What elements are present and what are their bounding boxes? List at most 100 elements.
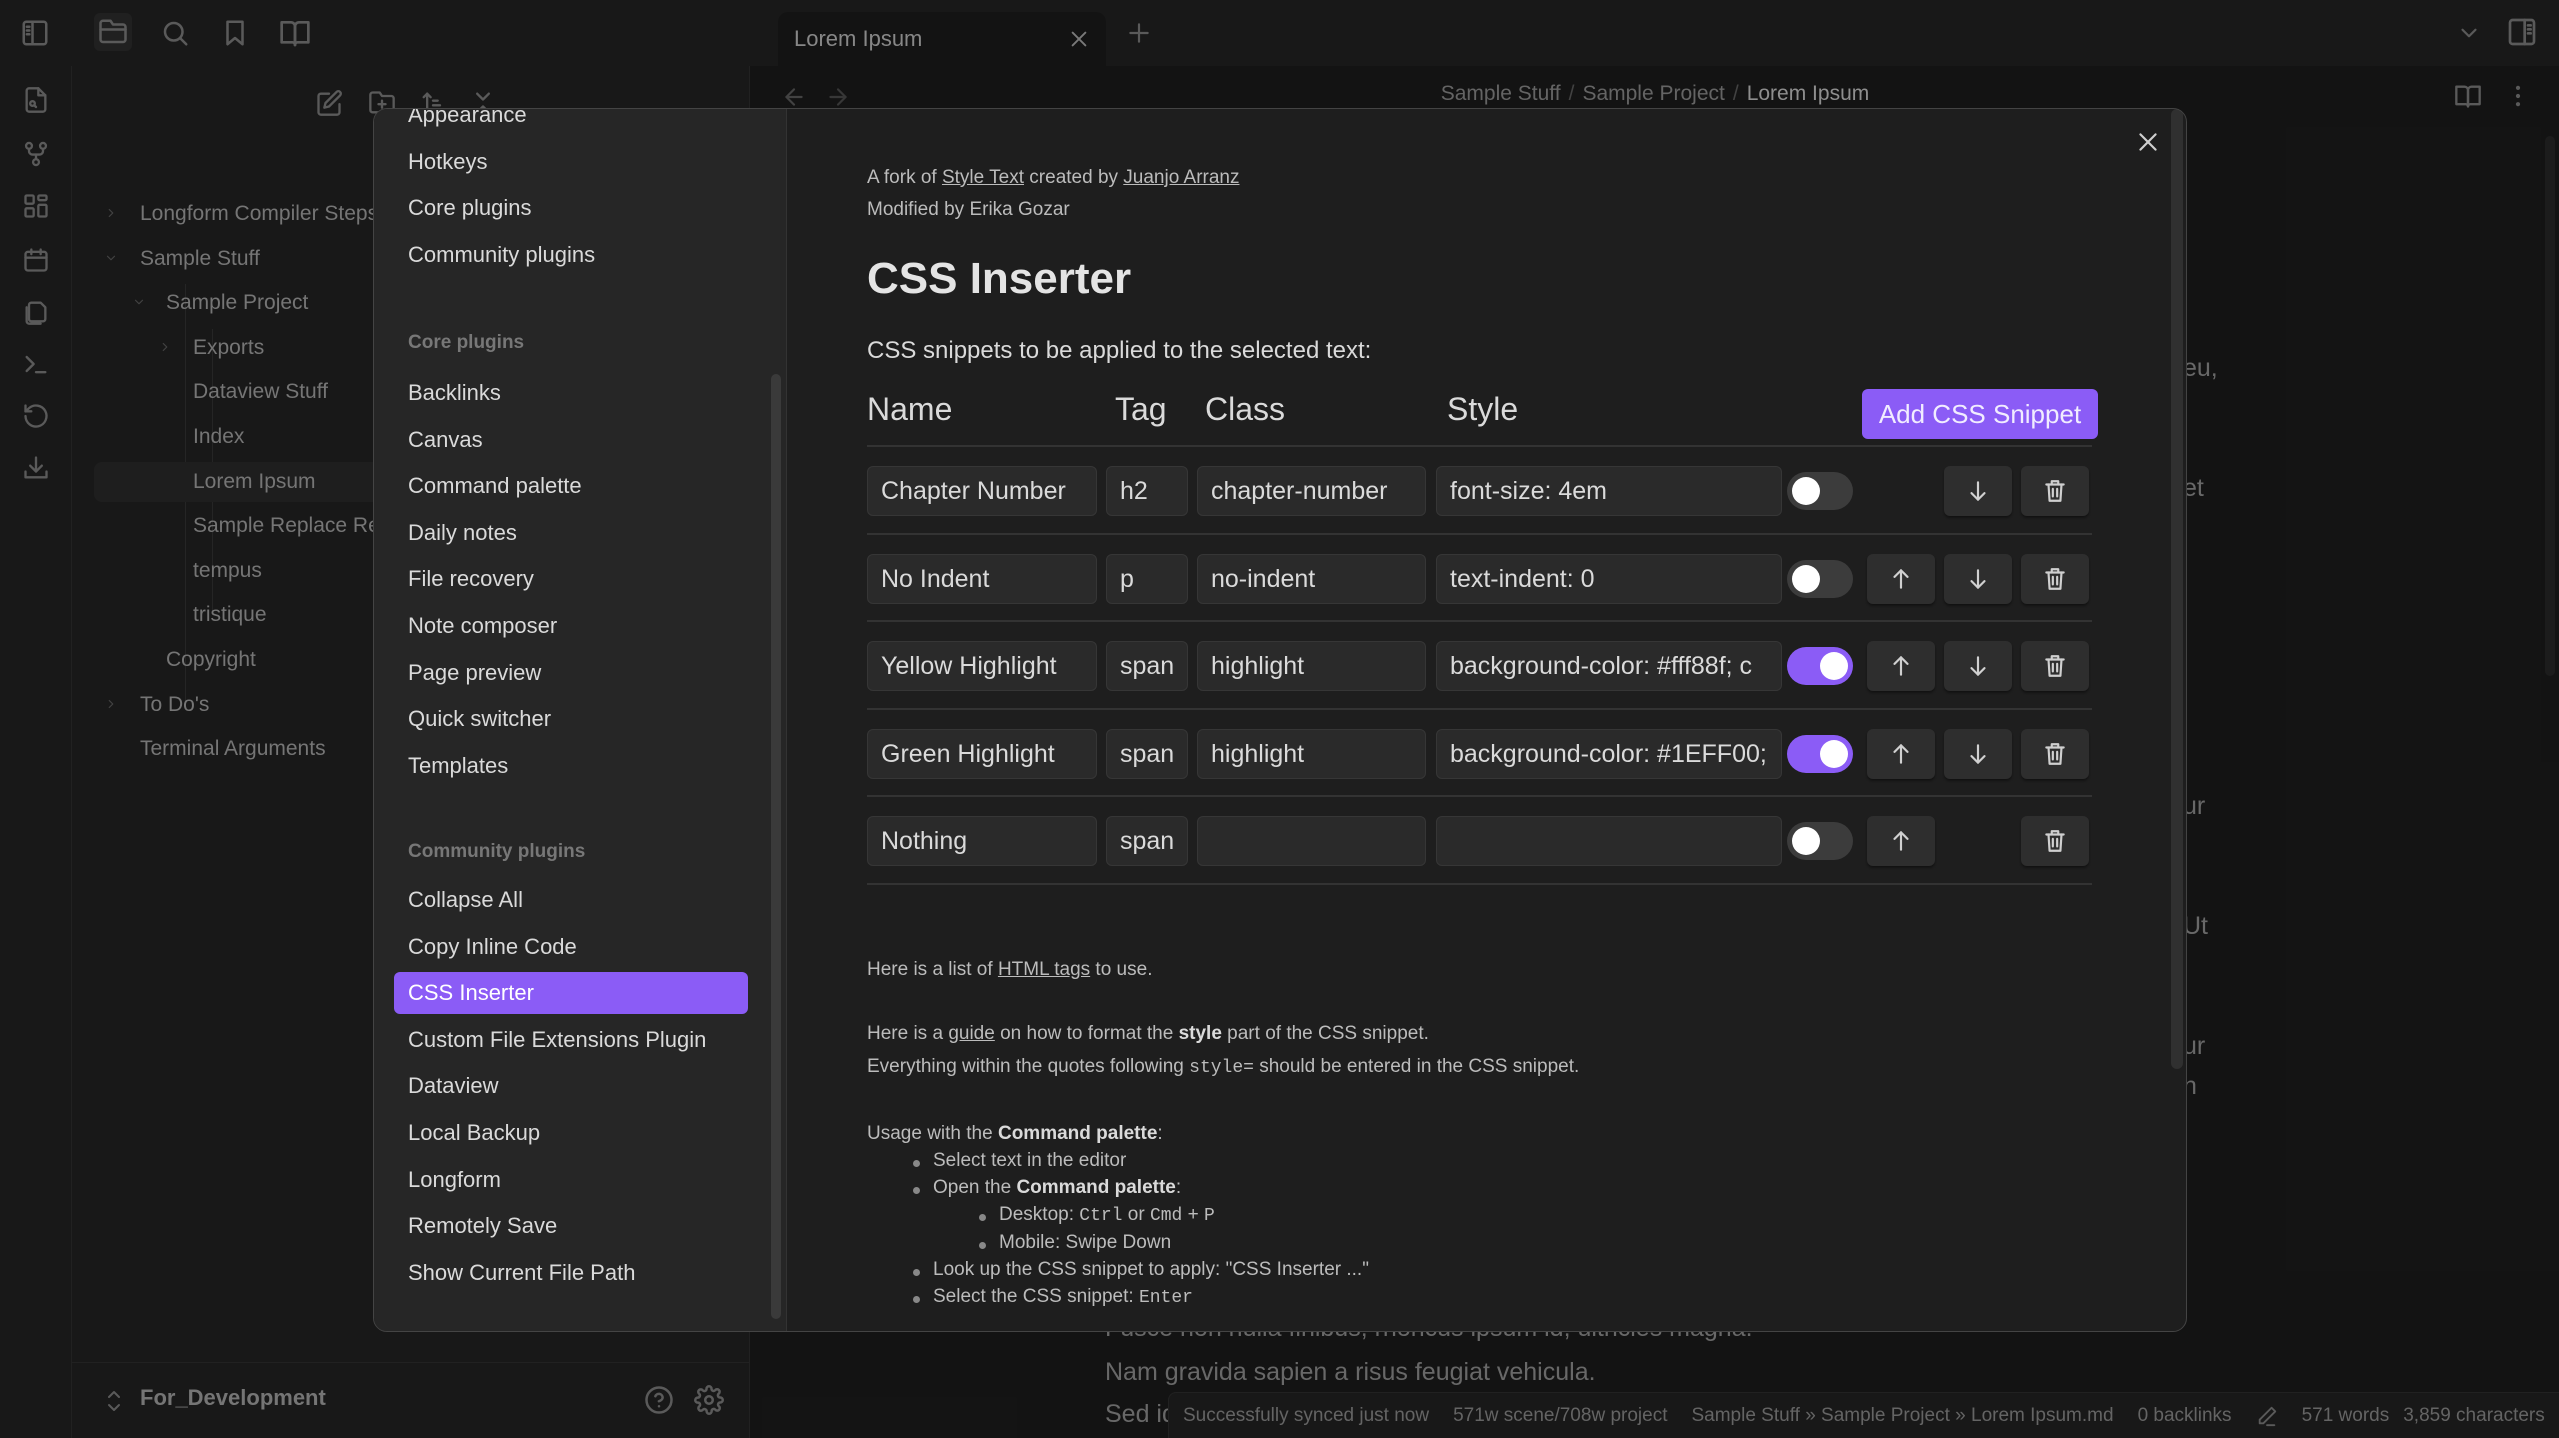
settings-nav-item[interactable]: File recovery bbox=[394, 558, 748, 600]
inline-code: Cmd bbox=[1149, 1206, 1183, 1226]
move-up-button[interactable] bbox=[1867, 641, 1935, 692]
snippet-row: Chapter Number h2 chapter-number font-size:… bbox=[867, 445, 2092, 533]
snippet-name-input[interactable]: Yellow Highlight bbox=[867, 641, 1097, 692]
column-header-tag: Tag bbox=[1115, 391, 1167, 427]
toggle-knob bbox=[1820, 652, 1848, 681]
settings-nav-item[interactable]: Backlinks bbox=[394, 372, 748, 414]
move-up-button[interactable] bbox=[1867, 816, 1935, 867]
plugin-description: CSS snippets to be applied to the select… bbox=[867, 337, 1372, 364]
snippet-style-input[interactable]: font-size: 4em bbox=[1436, 466, 1782, 516]
close-modal-icon[interactable] bbox=[2133, 127, 2163, 157]
settings-nav-item[interactable]: Show Current File Path bbox=[394, 1252, 748, 1294]
html-tags-link[interactable]: HTML tags bbox=[998, 959, 1090, 980]
snippet-tag-input[interactable]: span bbox=[1106, 641, 1188, 692]
snippet-row: Yellow Highlight span highlight background-… bbox=[867, 620, 2092, 708]
settings-nav-item[interactable]: Appearance bbox=[394, 109, 748, 136]
guide-link[interactable]: guide bbox=[948, 1023, 995, 1044]
snippet-row: No Indent p no-indent text-indent: 0 bbox=[867, 532, 2092, 621]
inline-code: Enter bbox=[1138, 1288, 1193, 1308]
settings-nav-item[interactable]: Core plugins bbox=[394, 187, 748, 229]
settings-nav-item[interactable]: Dataview bbox=[394, 1065, 748, 1107]
snippet-style-input[interactable] bbox=[1436, 816, 1782, 867]
delete-snippet-button[interactable] bbox=[2021, 466, 2089, 516]
snippet-class-input[interactable]: highlight bbox=[1197, 728, 1426, 779]
snippet-style-input[interactable]: text-indent: 0 bbox=[1436, 553, 1782, 604]
settings-nav-item[interactable]: Hotkeys bbox=[394, 141, 748, 183]
settings-nav-item[interactable]: Note composer bbox=[394, 605, 748, 647]
snippet-name-input[interactable]: Nothing bbox=[867, 816, 1097, 867]
column-header-name: Name bbox=[867, 391, 953, 427]
snippet-enabled-toggle[interactable] bbox=[1787, 472, 1853, 510]
step-text: or bbox=[1122, 1204, 1150, 1225]
move-down-icon bbox=[1970, 568, 1986, 589]
snippet-tag-input[interactable]: h2 bbox=[1106, 466, 1188, 516]
settings-nav-item[interactable]: Command palette bbox=[394, 465, 748, 507]
snippet-class-input[interactable]: chapter-number bbox=[1197, 466, 1426, 516]
settings-nav-item[interactable]: Remotely Save bbox=[394, 1205, 748, 1247]
settings-nav-item[interactable]: Copy Inline Code bbox=[394, 926, 748, 968]
snippet-style-input[interactable]: background-color: #1EFF00; bbox=[1436, 728, 1782, 779]
snippet-row: Nothing span bbox=[867, 795, 2092, 883]
style-text-link[interactable]: Style Text bbox=[942, 167, 1024, 188]
settings-nav-item[interactable]: Templates bbox=[394, 745, 748, 787]
html-tags-note: Here is a list of HTML tags to use. bbox=[867, 959, 1152, 981]
settings-sidebar-scrollbar[interactable] bbox=[771, 374, 781, 1319]
snippet-name-input[interactable]: Green Highlight bbox=[867, 728, 1097, 779]
inline-code: Ctrl bbox=[1079, 1206, 1123, 1226]
add-css-snippet-button[interactable]: Add CSS Snippet bbox=[1862, 389, 2098, 439]
move-down-icon bbox=[1970, 656, 1986, 676]
snippet-enabled-toggle[interactable] bbox=[1787, 647, 1853, 686]
snippet-style-input[interactable]: background-color: #fff88f; c bbox=[1436, 641, 1782, 692]
settings-nav-item[interactable]: Community plugins bbox=[394, 234, 748, 276]
delete-snippet-button[interactable] bbox=[2021, 641, 2089, 692]
snippet-enabled-toggle[interactable] bbox=[1787, 559, 1853, 598]
move-up-button[interactable] bbox=[1867, 728, 1935, 779]
move-down-button[interactable] bbox=[1944, 728, 2012, 779]
settings-nav-item[interactable]: Local Backup bbox=[394, 1112, 748, 1154]
note-text: Usage with the bbox=[867, 1123, 998, 1144]
inline-code: P bbox=[1204, 1206, 1215, 1226]
note-text: Everything within the quotes following bbox=[867, 1056, 1190, 1077]
snippet-enabled-toggle[interactable] bbox=[1787, 822, 1853, 861]
author-link[interactable]: Juanjo Arranz bbox=[1123, 167, 1239, 188]
note-text: part of the CSS snippet. bbox=[1221, 1023, 1429, 1044]
note-text: should be entered in the CSS snippet. bbox=[1253, 1056, 1580, 1077]
snippet-class-input[interactable]: no-indent bbox=[1197, 553, 1426, 604]
plugin-title: CSS Inserter bbox=[867, 254, 1132, 303]
settings-nav-item[interactable]: Daily notes bbox=[394, 512, 748, 554]
delete-snippet-icon bbox=[2045, 480, 2065, 502]
usage-step: Select text in the editor bbox=[912, 1150, 1127, 1171]
modified-by: Modified by Erika Gozar bbox=[867, 199, 1070, 220]
settings-nav-item[interactable]: Custom File Extensions Plugin bbox=[394, 1019, 748, 1061]
settings-nav-item[interactable]: Canvas bbox=[394, 419, 748, 461]
toggle-knob bbox=[1792, 827, 1820, 856]
settings-nav-item[interactable]: Quick switcher bbox=[394, 698, 748, 740]
snippet-tag-input[interactable]: p bbox=[1106, 553, 1188, 604]
snippet-tag-input[interactable]: span bbox=[1106, 816, 1188, 867]
move-down-button[interactable] bbox=[1944, 553, 2012, 604]
settings-nav-item[interactable]: CSS Inserter bbox=[394, 972, 748, 1015]
snippet-name-input[interactable]: No Indent bbox=[867, 553, 1097, 604]
move-up-button[interactable] bbox=[1867, 553, 1935, 604]
step-text: Desktop: bbox=[999, 1204, 1080, 1225]
snippet-class-input[interactable] bbox=[1197, 816, 1426, 867]
settings-nav-item[interactable]: Collapse All bbox=[394, 879, 748, 921]
move-down-button[interactable] bbox=[1944, 641, 2012, 692]
settings-content-scrollbar[interactable] bbox=[2171, 109, 2183, 1069]
delete-snippet-button[interactable] bbox=[2021, 816, 2089, 867]
snippet-tag-input[interactable]: span bbox=[1106, 728, 1188, 779]
delete-snippet-button[interactable] bbox=[2021, 728, 2089, 779]
step-bold: Command palette bbox=[1016, 1177, 1176, 1198]
toggle-knob bbox=[1792, 477, 1820, 505]
settings-nav-item[interactable]: Longform bbox=[394, 1159, 748, 1201]
snippet-name-input[interactable]: Chapter Number bbox=[867, 466, 1097, 516]
move-down-button[interactable] bbox=[1944, 466, 2012, 516]
settings-nav-item[interactable]: Page preview bbox=[394, 652, 748, 694]
delete-snippet-button[interactable] bbox=[2021, 553, 2089, 604]
snippet-enabled-toggle[interactable] bbox=[1787, 734, 1853, 773]
column-header-style: Style bbox=[1447, 391, 1519, 427]
note-bold: Command palette bbox=[997, 1123, 1158, 1144]
fork-credit: A fork of Style Text created by Juanjo A… bbox=[867, 167, 1239, 189]
move-up-icon bbox=[1893, 831, 1909, 852]
snippet-class-input[interactable]: highlight bbox=[1197, 641, 1426, 692]
